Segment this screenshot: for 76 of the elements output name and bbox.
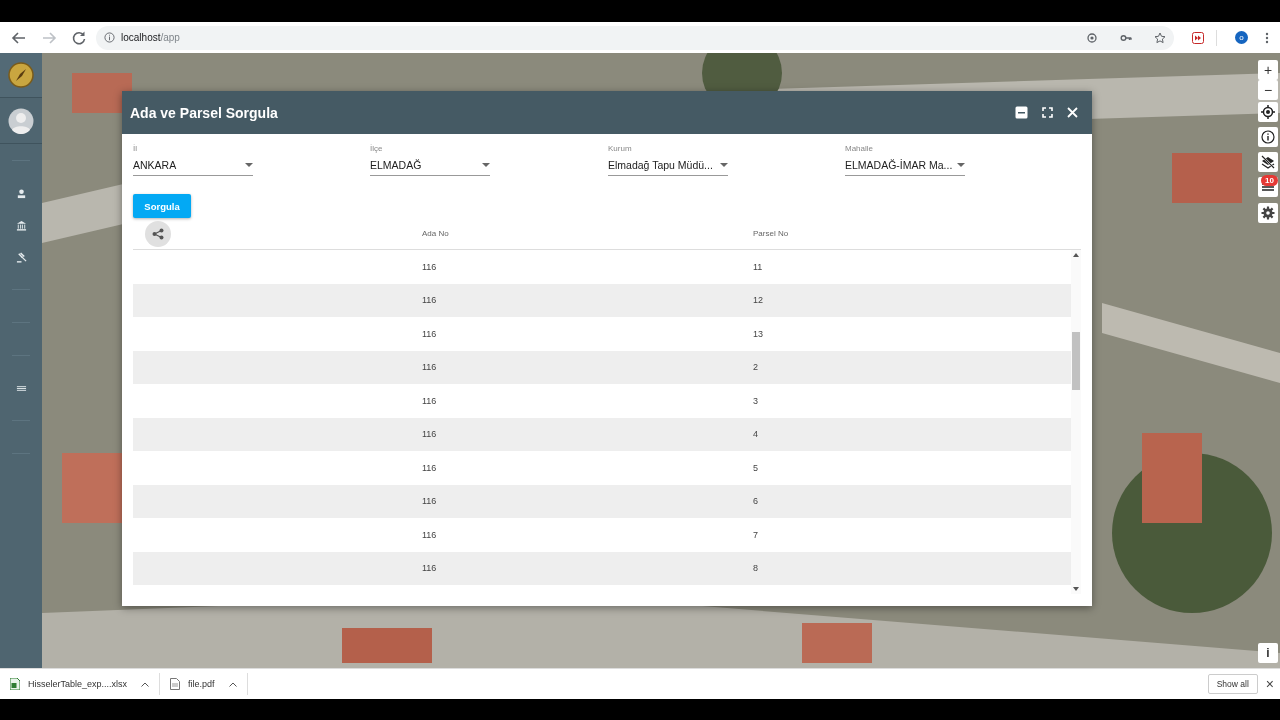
table-cell-text: 8	[753, 563, 759, 574]
notification-badge: 10	[1261, 175, 1278, 186]
table-cell-text: 116	[422, 462, 438, 473]
download-file-name[interactable]: HisselerTable_exp....xlsx	[28, 679, 128, 689]
select-field[interactable]: ELMADAĞ-İMAR Ma...	[845, 155, 965, 176]
select-field[interactable]: ELMADAĞ	[370, 155, 490, 176]
caret-icon	[482, 163, 490, 167]
person-icon[interactable]	[15, 187, 27, 199]
bank-icon[interactable]	[15, 219, 27, 231]
info-icon	[104, 32, 115, 43]
table-cell-text: 2	[753, 362, 759, 373]
table-cell-text: 116	[422, 362, 438, 373]
table-cell-text: 116	[422, 563, 438, 574]
caret-icon	[720, 163, 728, 167]
scroll-down-icon[interactable]	[1073, 587, 1079, 591]
table-cell-text: 7	[753, 529, 759, 540]
table-cell-text: 6	[753, 496, 759, 507]
star-icon[interactable]	[1154, 31, 1166, 44]
field-label: Mahalle	[845, 144, 874, 153]
share-button[interactable]	[145, 220, 171, 247]
column-header[interactable]: Parsel No	[753, 229, 1081, 238]
table-cell-text: 116	[422, 529, 438, 540]
address-bar[interactable]: localhost/app	[96, 25, 1174, 50]
close-icon[interactable]	[1067, 107, 1078, 118]
layers-off-icon	[1261, 155, 1275, 169]
scrollbar-thumb[interactable]	[1072, 332, 1080, 390]
field-label: Kurum	[608, 144, 633, 153]
table-cell-text: 116	[422, 496, 438, 507]
download-file-name[interactable]: file.pdf	[188, 679, 215, 689]
select-field[interactable]: ANKARA	[133, 155, 253, 176]
settings-icon	[1261, 206, 1275, 220]
location-icon[interactable]	[1086, 31, 1098, 44]
table-cell-text: 3	[753, 395, 759, 406]
share-icon	[152, 227, 164, 240]
table-cell-text: 11	[753, 261, 764, 272]
maximize-icon[interactable]	[1042, 107, 1053, 118]
zoom-in-button[interactable]: +	[1258, 60, 1278, 80]
locate-button[interactable]	[1258, 102, 1278, 122]
user-avatar[interactable]	[8, 107, 34, 134]
gavel-icon[interactable]	[15, 251, 27, 263]
caret-icon	[957, 163, 965, 167]
profile-avatar[interactable]: o	[1235, 31, 1248, 44]
select-field[interactable]: Elmadağ Tapu Müdü...	[608, 155, 728, 176]
minimize-icon[interactable]	[1015, 106, 1028, 119]
url-text: localhost/app	[121, 32, 180, 43]
extension-icon[interactable]	[1192, 31, 1204, 44]
column-header[interactable]: Ada No	[422, 229, 753, 238]
show-all-button[interactable]: Show all	[1207, 674, 1258, 694]
document-icon	[170, 678, 181, 690]
table-cell-text: 116	[422, 328, 438, 339]
field-label: İlçe	[370, 144, 384, 153]
table-cell-text: 116	[422, 429, 438, 440]
zoom-out-button[interactable]: −	[1258, 80, 1278, 100]
table-cell-text: 4	[753, 429, 759, 440]
locate-icon	[1261, 105, 1275, 119]
dialog-title: Ada ve Parsel Sorgula	[130, 104, 279, 121]
info-icon	[1261, 130, 1275, 144]
close-button[interactable]: ×	[1265, 676, 1274, 692]
layers-off-button[interactable]	[1258, 152, 1278, 172]
settings-button[interactable]	[1258, 203, 1278, 223]
compass-logo[interactable]	[8, 62, 34, 88]
scrollbar[interactable]	[1071, 250, 1081, 594]
table-cell-text: 116	[422, 295, 438, 306]
attribution-button[interactable]: i	[1258, 643, 1278, 663]
caret-icon[interactable]	[141, 681, 150, 687]
table-cell-text: 116	[422, 395, 438, 406]
caret-icon	[245, 163, 253, 167]
table-cell-text: 5	[753, 462, 759, 473]
table-cell-text: 13	[753, 328, 764, 339]
scroll-up-icon[interactable]	[1073, 253, 1079, 257]
spreadsheet-icon	[10, 678, 20, 690]
field-label: İl	[133, 144, 138, 153]
table-cell-text: 12	[753, 295, 764, 306]
caret-icon[interactable]	[228, 681, 237, 687]
table-cell-text: 116	[422, 261, 438, 272]
info-button[interactable]	[1258, 127, 1278, 147]
